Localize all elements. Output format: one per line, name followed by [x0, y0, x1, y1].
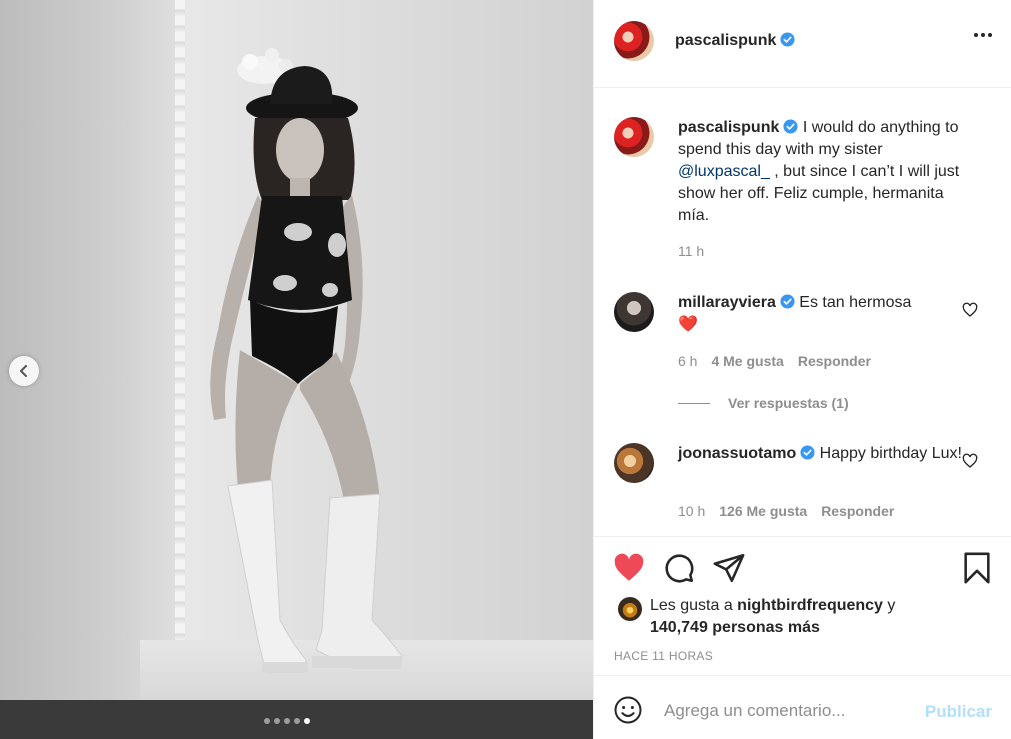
verified-icon: [780, 32, 795, 47]
share-paper-plane-icon[interactable]: [712, 551, 746, 585]
carousel-indicator: [264, 718, 310, 724]
comment-likes[interactable]: 4 Me gusta: [711, 353, 783, 369]
likes-prefix: Les gusta a: [650, 597, 738, 614]
emoji-icon[interactable]: [613, 695, 643, 725]
like-heart-icon[interactable]: [612, 551, 646, 585]
comment-likes[interactable]: 126 Me gusta: [719, 503, 807, 519]
post-timestamp[interactable]: HACE 11 HORAS: [614, 649, 713, 663]
reply-button[interactable]: Responder: [798, 353, 871, 369]
carousel-dot-active: [304, 718, 310, 724]
verified-icon: [800, 445, 815, 460]
caption-author-avatar[interactable]: [614, 117, 654, 157]
caption-text: pascalispunk I would do anything to spen…: [678, 117, 968, 227]
comment-text: joonassuotamo Happy birthday Lux!: [678, 443, 968, 465]
author-avatar[interactable]: [614, 21, 654, 61]
comment-time[interactable]: 10 h: [678, 503, 705, 519]
reply-button[interactable]: Responder: [821, 503, 894, 519]
caption-username[interactable]: pascalispunk: [678, 119, 779, 136]
liker-avatar[interactable]: [618, 597, 642, 621]
author-username[interactable]: pascalispunk: [675, 32, 776, 49]
view-replies-button[interactable]: Ver respuestas (1): [678, 395, 849, 411]
comment-meta: 6 h 4 Me gusta Responder: [678, 353, 871, 369]
post-photo[interactable]: [0, 0, 593, 739]
likes-summary: Les gusta a nightbirdfrequency y 140,749…: [650, 595, 970, 639]
commenter-avatar[interactable]: [614, 292, 654, 332]
comment-meta: 10 h 126 Me gusta Responder: [678, 503, 894, 519]
carousel-dot: [294, 718, 300, 724]
verified-icon: [780, 294, 795, 309]
comment-like-heart-icon[interactable]: [962, 453, 978, 469]
heart-emoji: ❤️: [678, 316, 698, 333]
comment-input[interactable]: [664, 696, 914, 726]
caption-meta: 11 h: [678, 243, 704, 259]
more-dot-icon: [981, 33, 985, 37]
comments-list[interactable]: pascalispunk I would do anything to spen…: [594, 88, 1011, 536]
caption-time[interactable]: 11 h: [678, 243, 704, 259]
comment-bubble-icon[interactable]: [662, 551, 696, 585]
post-header: pascalispunk: [594, 0, 1011, 88]
comment-time[interactable]: 6 h: [678, 353, 697, 369]
comment-username[interactable]: millarayviera: [678, 294, 776, 311]
post-side-panel: pascalispunk pascalispunk I would do any…: [593, 0, 1011, 739]
model-figure: [210, 48, 403, 673]
comment-composer: Publicar: [594, 675, 1011, 739]
caption-mention-link[interactable]: @luxpascal_: [678, 163, 770, 180]
comment-text: millarayviera Es tan hermosa ❤️: [678, 292, 968, 336]
comment-body: Happy birthday Lux!: [815, 445, 962, 462]
comment-body: Es tan hermosa: [794, 294, 912, 311]
verified-icon: [783, 119, 798, 134]
carousel-prev-button[interactable]: [9, 356, 39, 386]
likes-others[interactable]: 140,749 personas más: [650, 619, 820, 636]
view-replies-label: Ver respuestas (1): [728, 395, 849, 411]
comment-username[interactable]: joonassuotamo: [678, 445, 796, 462]
carousel-dot: [274, 718, 280, 724]
likes-mid: y: [882, 597, 896, 614]
replies-line: [678, 402, 710, 404]
publish-button[interactable]: Publicar: [925, 702, 992, 722]
comment-like-heart-icon[interactable]: [962, 302, 978, 318]
commenter-avatar[interactable]: [614, 443, 654, 483]
carousel-dot: [284, 718, 290, 724]
save-bookmark-icon[interactable]: [960, 551, 994, 585]
liker-username[interactable]: nightbirdfrequency: [737, 597, 883, 614]
more-dot-icon: [974, 33, 978, 37]
more-options-button[interactable]: [974, 33, 992, 37]
chevron-left-icon: [20, 365, 27, 377]
more-dot-icon: [988, 33, 992, 37]
post-actions: Les gusta a nightbirdfrequency y 140,749…: [594, 536, 1011, 675]
carousel-dot: [264, 718, 270, 724]
